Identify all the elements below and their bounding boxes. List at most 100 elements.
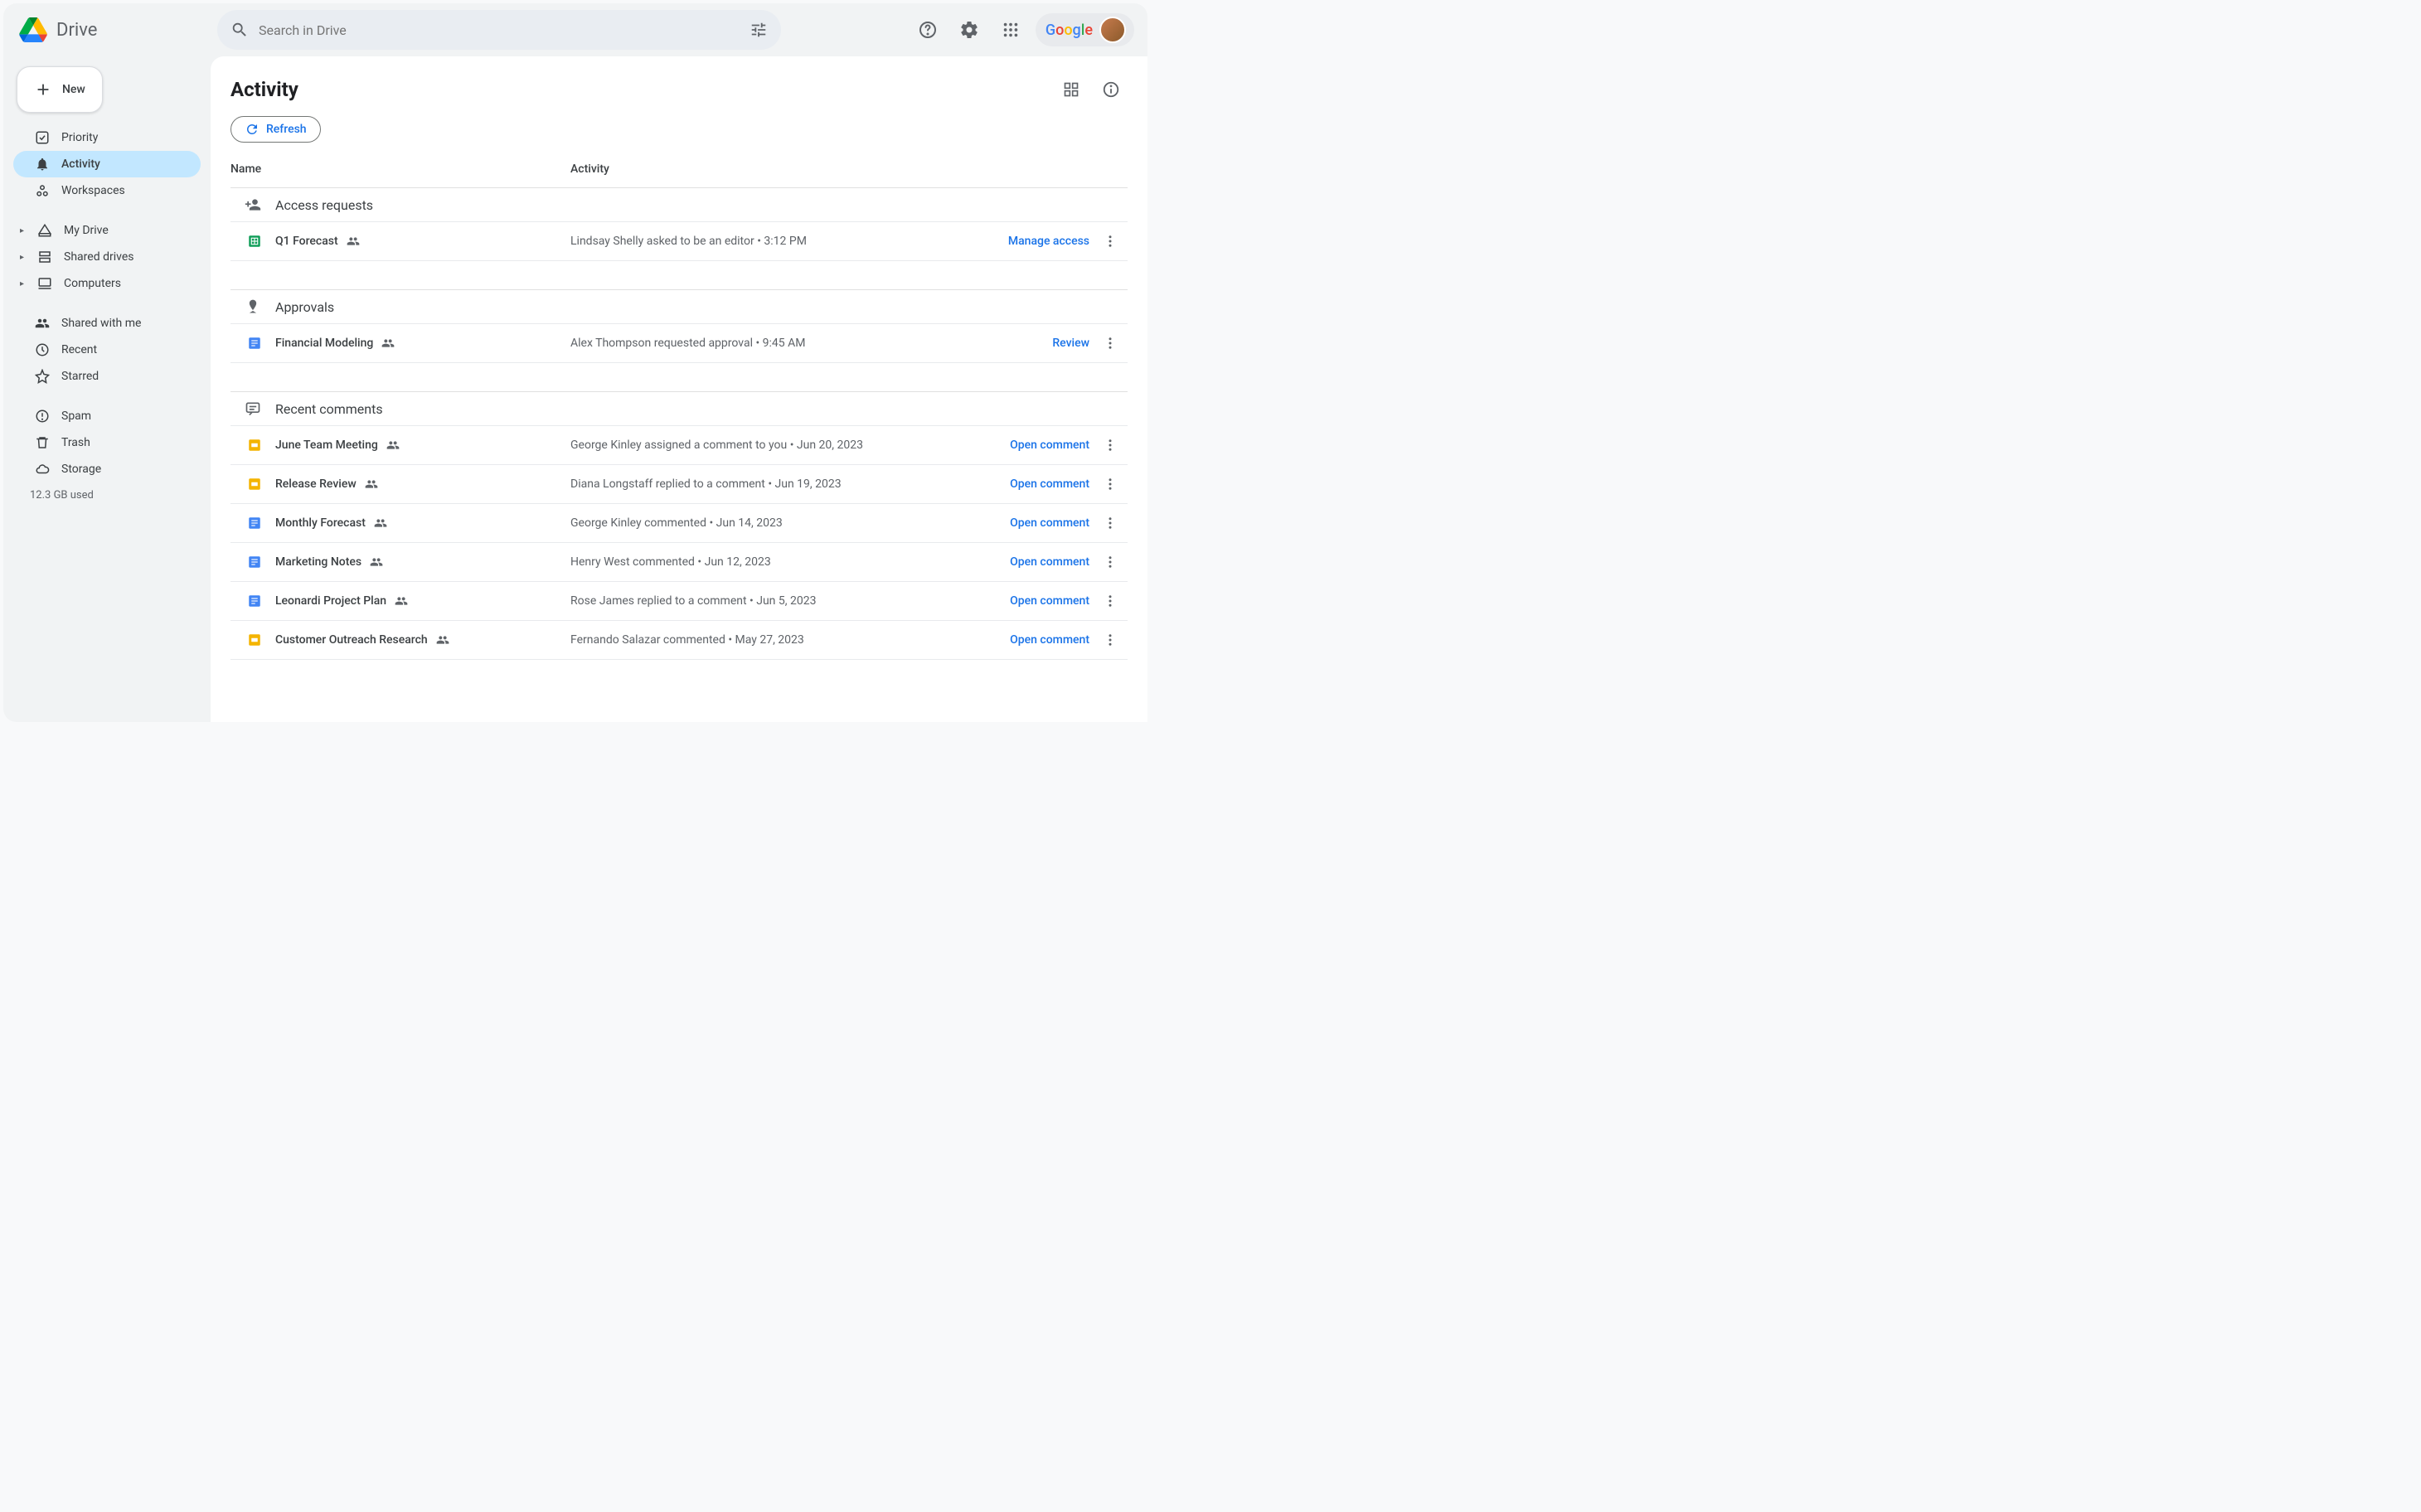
sidebar-item-shared-drives[interactable]: ▸Shared drives (13, 244, 201, 270)
sheets-file-icon (244, 234, 265, 249)
sidebar-item-label: Priority (61, 131, 98, 144)
info-icon[interactable] (1094, 73, 1128, 106)
drive-logo-icon[interactable] (17, 13, 50, 46)
account-chip[interactable]: Google (1036, 13, 1134, 46)
action-link[interactable]: Open comment (1010, 594, 1089, 608)
more-icon[interactable] (1099, 512, 1121, 534)
activity-row[interactable]: Monthly Forecast George Kinley commented… (230, 503, 1128, 542)
section-header: Approvals (230, 289, 1128, 323)
grid-view-icon[interactable] (1055, 73, 1088, 106)
action-link[interactable]: Open comment (1010, 477, 1089, 491)
comment-icon (244, 400, 262, 417)
sidebar-item-label: Computers (64, 277, 121, 290)
more-icon[interactable] (1099, 473, 1121, 495)
sidebar-item-label: Shared drives (64, 250, 133, 264)
sidebar-item-label: Shared with me (61, 317, 141, 330)
shared-icon (374, 516, 387, 530)
file-name: Leonardi Project Plan (275, 594, 408, 608)
sidebar-item-activity[interactable]: Activity (13, 151, 201, 177)
more-icon[interactable] (1099, 230, 1121, 252)
sidebar-item-my-drive[interactable]: ▸My Drive (13, 217, 201, 244)
sidebar-item-label: My Drive (64, 224, 109, 237)
activity-row[interactable]: June Team Meeting George Kinley assigned… (230, 425, 1128, 464)
more-icon[interactable] (1099, 629, 1121, 651)
action-link[interactable]: Open comment (1010, 439, 1089, 452)
activity-text: Henry West commented • Jun 12, 2023 (570, 555, 1010, 569)
column-activity: Activity (570, 162, 1128, 176)
shared-icon (381, 337, 395, 350)
sidebar-item-recent[interactable]: Recent (13, 337, 201, 363)
action-link[interactable]: Open comment (1010, 633, 1089, 647)
refresh-button[interactable]: Refresh (230, 116, 321, 143)
section-title: Recent comments (275, 401, 383, 417)
computer-icon (37, 276, 52, 291)
help-icon[interactable] (911, 13, 944, 46)
activity-row[interactable]: Q1 Forecast Lindsay Shelly asked to be a… (230, 221, 1128, 261)
activity-text: Diana Longstaff replied to a comment • J… (570, 477, 1010, 491)
activity-text: Alex Thompson requested approval • 9:45 … (570, 337, 1052, 350)
sidebar-item-label: Trash (61, 436, 90, 449)
sidebar-item-shared-with-me[interactable]: Shared with me (13, 310, 201, 337)
activity-text: Fernando Salazar commented • May 27, 202… (570, 633, 1010, 647)
slides-file-icon (244, 632, 265, 647)
action-link[interactable]: Manage access (1008, 235, 1089, 248)
sidebar-item-label: Workspaces (61, 184, 125, 197)
file-name: Q1 Forecast (275, 235, 360, 248)
google-logo-text: Google (1046, 22, 1093, 39)
file-name: Release Review (275, 477, 378, 491)
action-link[interactable]: Open comment (1010, 516, 1089, 530)
shared-icon (370, 555, 383, 569)
activity-row[interactable]: Leonardi Project Plan Rose James replied… (230, 581, 1128, 620)
sidebar-item-trash[interactable]: Trash (13, 429, 201, 456)
search-bar[interactable] (217, 10, 781, 50)
docs-file-icon (244, 336, 265, 351)
sidebar-item-storage[interactable]: Storage (13, 456, 201, 482)
search-input[interactable] (259, 22, 750, 38)
docs-file-icon (244, 516, 265, 531)
activity-row[interactable]: Customer Outreach Research Fernando Sala… (230, 620, 1128, 660)
action-link[interactable]: Review (1052, 337, 1089, 350)
activity-row[interactable]: Release Review Diana Longstaff replied t… (230, 464, 1128, 503)
docs-file-icon (244, 594, 265, 608)
refresh-icon (245, 122, 260, 137)
page-title: Activity (230, 78, 298, 101)
apps-icon[interactable] (994, 13, 1027, 46)
logo-area: Drive (17, 13, 199, 46)
storage-used-text: 12.3 GB used (13, 484, 201, 502)
user-avatar[interactable] (1099, 17, 1126, 43)
more-icon[interactable] (1099, 332, 1121, 354)
sidebar-item-label: Spam (61, 410, 91, 423)
sidebar-item-workspaces[interactable]: Workspaces (13, 177, 201, 204)
sidebar-item-starred[interactable]: Starred (13, 363, 201, 390)
settings-icon[interactable] (953, 13, 986, 46)
header-right: Google (911, 13, 1134, 46)
sidebar: New Priority Activity Workspaces ▸My Drive… (3, 56, 211, 722)
header: Drive Google (3, 3, 1147, 56)
section-recent-comments: Recent comments June Team Meeting George … (230, 391, 1128, 660)
sidebar-item-spam[interactable]: Spam (13, 403, 201, 429)
activity-row[interactable]: Marketing Notes Henry West commented • J… (230, 542, 1128, 581)
approval-icon (244, 298, 262, 315)
people-icon (35, 316, 50, 331)
file-name: June Team Meeting (275, 439, 400, 452)
action-link[interactable]: Open comment (1010, 555, 1089, 569)
activity-row[interactable]: Financial Modeling Alex Thompson request… (230, 323, 1128, 363)
new-button[interactable]: New (17, 66, 103, 113)
file-name: Financial Modeling (275, 337, 395, 350)
cloud-icon (35, 462, 50, 477)
shared-icon (365, 477, 378, 491)
sidebar-item-priority[interactable]: Priority (13, 124, 201, 151)
section-approvals: ApprovalsFinancial Modeling Alex Thompso… (230, 289, 1128, 363)
shared-icon (347, 235, 360, 248)
more-icon[interactable] (1099, 551, 1121, 573)
bell-icon (35, 157, 50, 172)
more-icon[interactable] (1099, 434, 1121, 456)
trash-icon (35, 435, 50, 450)
search-icon (230, 21, 249, 39)
sidebar-item-label: Storage (61, 463, 101, 476)
my-drive-icon (37, 223, 52, 238)
search-options-icon[interactable] (750, 21, 768, 39)
more-icon[interactable] (1099, 590, 1121, 612)
main-content: Activity Refresh Name Activity Access re… (211, 56, 1147, 722)
sidebar-item-computers[interactable]: ▸Computers (13, 270, 201, 297)
